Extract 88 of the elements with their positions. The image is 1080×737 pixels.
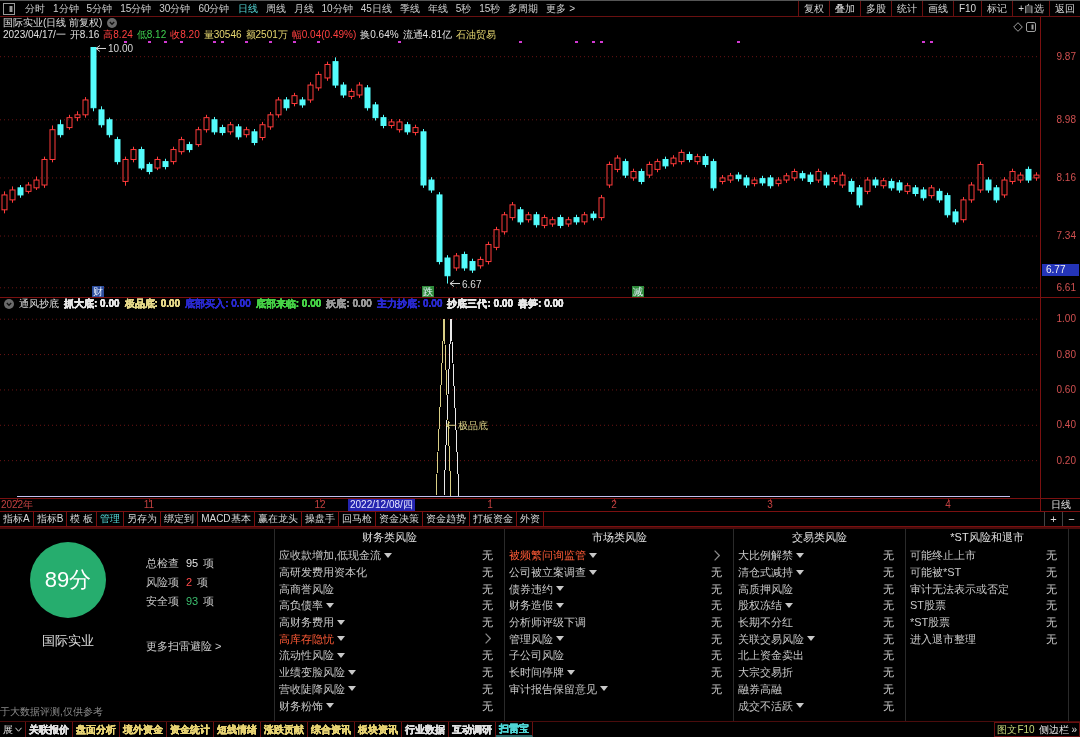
- risk-value: 无: [883, 648, 894, 663]
- min-price-label: 6.67: [449, 278, 482, 290]
- quote-field: 收8.20: [170, 29, 200, 41]
- legend-item: 春笋: 0.00: [518, 298, 564, 310]
- price-axis-label: 6.61: [1056, 281, 1076, 294]
- stat-line: 安全项 93 项: [146, 594, 215, 609]
- risk-value: 无: [883, 698, 894, 713]
- annotation: 极品底: [457, 420, 488, 432]
- risk-value: 无: [482, 648, 493, 663]
- quote-field: 流通4.81亿: [402, 29, 453, 41]
- risk-value: 无: [883, 681, 894, 696]
- risk-value: 无: [883, 665, 894, 680]
- stat-line: 总检查 95 项: [146, 556, 215, 571]
- stat-line: 风险项 2 项: [146, 575, 209, 590]
- quote-field: 额2501万: [245, 29, 288, 41]
- risk-value: 无: [482, 565, 493, 580]
- risk-value: 无: [482, 681, 493, 696]
- risk-value: 无: [883, 615, 894, 630]
- risk-value: 无: [1046, 565, 1057, 580]
- legend-item: 抓大底: 0.00: [64, 298, 120, 310]
- column-header: 交易类风险: [792, 530, 847, 545]
- quote-field: 低8.12: [136, 29, 167, 41]
- indicator-axis-label: 0.40: [1056, 419, 1076, 432]
- legend-item: 极品底: 0.00: [124, 298, 181, 310]
- quote-date: 2023/04/17/一: [3, 29, 66, 41]
- risk-value: 无: [482, 698, 493, 713]
- risk-value: 无: [883, 598, 894, 613]
- column-header: 市场类风险: [591, 530, 647, 545]
- column-header: *ST风险和退市: [950, 530, 1024, 545]
- max-price-label: 10.00: [95, 43, 134, 55]
- quote-field: 开8.16: [69, 29, 100, 41]
- date-label: 3: [767, 499, 773, 511]
- risk-value: 无: [711, 615, 722, 630]
- risk-value: 无: [711, 565, 722, 580]
- column-header: 财务类风险: [362, 530, 417, 545]
- risk-value: 无: [711, 598, 722, 613]
- risk-value: 无: [711, 581, 722, 596]
- risk-value: 无: [883, 565, 894, 580]
- price-axis-label: 7.34: [1056, 230, 1076, 243]
- legend-item: 主力抄底: 0.00: [376, 298, 443, 310]
- risk-value: 无: [883, 631, 894, 646]
- risk-value: 无: [1046, 598, 1057, 613]
- quote-field: 量30546: [203, 29, 242, 41]
- legend-item: 抄底三代: 0.00: [447, 298, 514, 310]
- price-axis-label: 8.16: [1056, 171, 1076, 184]
- chart-title: 国际实业(日线 前复权): [3, 17, 103, 29]
- legend-item: 妖底: 0.00: [326, 298, 372, 310]
- date-label: 2022年: [0, 499, 34, 511]
- date-label: 11: [143, 499, 155, 511]
- risk-value: 无: [482, 581, 493, 596]
- risk-value: 无: [482, 598, 493, 613]
- annotation-label: 极品底: [445, 420, 488, 432]
- risk-value: 无: [883, 548, 894, 563]
- risk-value: 无: [711, 681, 722, 696]
- date-label: 12: [314, 499, 326, 511]
- date-label: 1: [487, 499, 493, 511]
- risk-value: 无: [482, 548, 493, 563]
- risk-value: 无: [482, 615, 493, 630]
- indicator-axis-label: 1.00: [1056, 313, 1076, 326]
- quote-field: 换0.64%: [360, 29, 399, 41]
- cursor-price-label: 6.77: [1042, 264, 1079, 276]
- risk-value: 无: [711, 648, 722, 663]
- quote-field: 高8.24: [103, 29, 133, 41]
- indicator-axis-label: 0.20: [1056, 454, 1076, 467]
- disclaimer-text: 于大数据评测,仅供参考: [0, 706, 103, 718]
- indicator-axis-label: 0.60: [1056, 383, 1076, 396]
- price-axis-label: 8.98: [1056, 113, 1076, 126]
- risk-value: 无: [711, 631, 722, 646]
- quote-field: 幅0.04(0.49%): [291, 29, 357, 41]
- indicator-axis-label: 0.80: [1056, 348, 1076, 361]
- legend-item: 底部来临: 0.00: [255, 298, 322, 310]
- stock-name: 国际实业: [42, 633, 94, 649]
- period-label: 日线: [1050, 499, 1071, 511]
- date-label: 4: [945, 499, 951, 511]
- risk-value: 无: [1046, 615, 1057, 630]
- risk-value: 无: [1046, 581, 1057, 596]
- score-circle: 89分: [30, 542, 106, 618]
- risk-value: 无: [482, 665, 493, 680]
- price-axis-label: 9.87: [1056, 50, 1076, 63]
- indicator-name: 通风抄底: [19, 298, 59, 310]
- legend-item: 底部买入: 0.00: [185, 298, 251, 310]
- risk-value: 无: [711, 665, 722, 680]
- quote-field: 石油贸易: [456, 29, 497, 41]
- risk-value: 无: [1046, 548, 1057, 563]
- cursor-date-label: 2022/12/08/四: [348, 499, 415, 511]
- risk-value: 无: [883, 581, 894, 596]
- risk-value: 无: [1046, 631, 1057, 646]
- date-label: 2: [611, 499, 617, 511]
